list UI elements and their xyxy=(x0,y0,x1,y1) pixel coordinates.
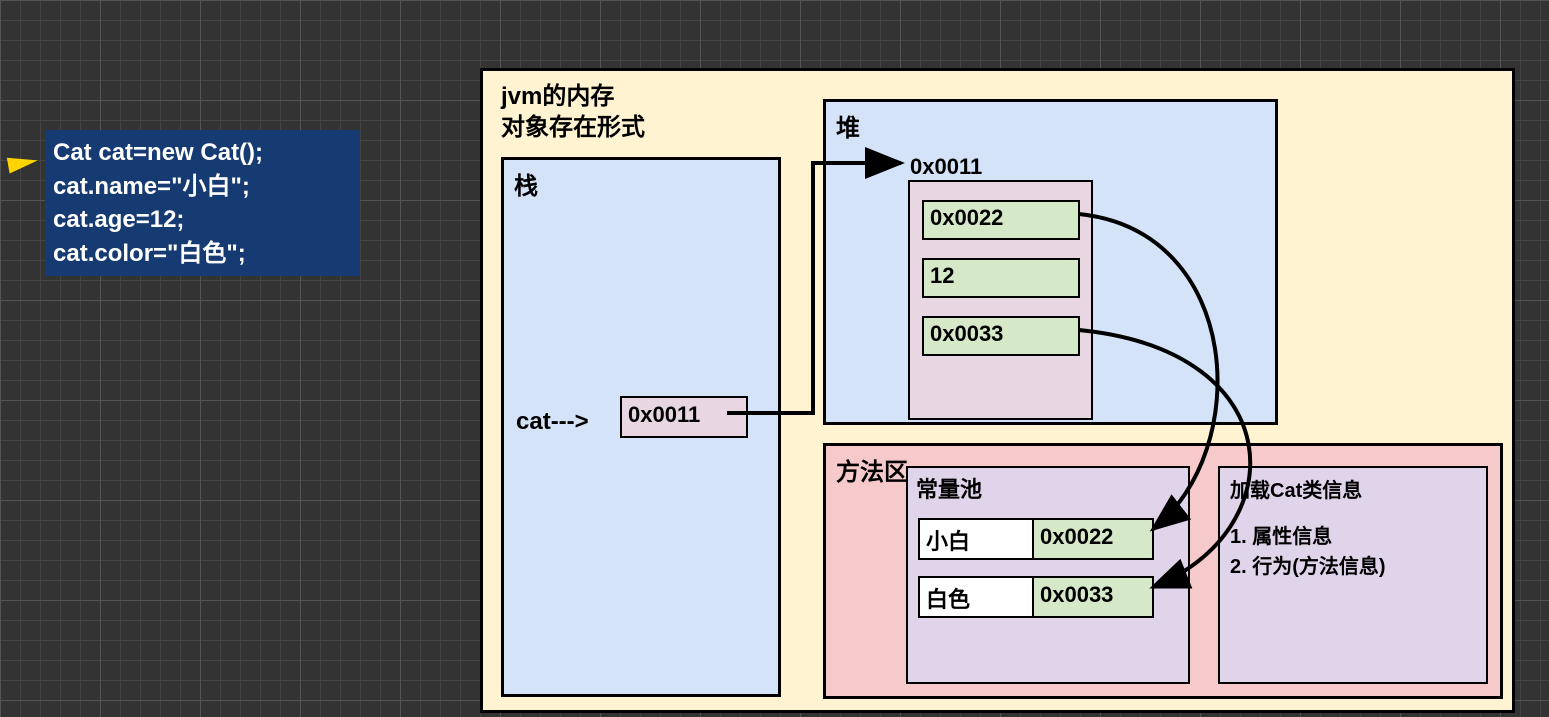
const-address: 0x0022 xyxy=(1034,518,1154,560)
class-info-line: 2. 行为(方法信息) xyxy=(1230,552,1476,582)
code-line: cat.name="小白"; xyxy=(53,170,352,204)
const-value: 白色 xyxy=(918,576,1034,618)
const-address: 0x0033 xyxy=(1034,576,1154,618)
const-pool-label: 常量池 xyxy=(916,472,982,504)
heap-object-box: 0x0022 12 0x0033 xyxy=(908,180,1093,420)
stack-label: 栈 xyxy=(514,166,538,201)
code-line: cat.color="白色"; xyxy=(53,237,352,271)
constant-pool-box: 常量池 小白 0x0022 白色 0x0033 xyxy=(906,466,1190,684)
heap-field-color-ref: 0x0033 xyxy=(922,316,1080,356)
stack-region: 栈 cat---> 0x0011 xyxy=(501,157,781,697)
method-area-region: 方法区 常量池 小白 0x0022 白色 0x0033 加载Cat类信息 1. … xyxy=(823,443,1503,699)
heap-field-age: 12 xyxy=(922,258,1080,298)
stack-address-box: 0x0011 xyxy=(620,396,748,438)
class-info-title: 加载Cat类信息 xyxy=(1230,476,1476,506)
class-info-line: 1. 属性信息 xyxy=(1230,522,1476,552)
code-line: Cat cat=new Cat(); xyxy=(53,136,352,170)
jvm-title: jvm的内存 对象存在形式 xyxy=(501,81,645,143)
code-line: cat.age=12; xyxy=(53,203,352,237)
heap-object-address: 0x0011 xyxy=(910,154,982,180)
heap-field-name-ref: 0x0022 xyxy=(922,200,1080,240)
heap-region: 堆 0x0011 0x0022 12 0x0033 xyxy=(823,99,1278,425)
const-value: 小白 xyxy=(918,518,1034,560)
const-pool-entry: 白色 0x0033 xyxy=(918,576,1154,618)
heap-label: 堆 xyxy=(836,108,860,143)
class-info-box: 加载Cat类信息 1. 属性信息 2. 行为(方法信息) xyxy=(1218,466,1488,684)
const-pool-entry: 小白 0x0022 xyxy=(918,518,1154,560)
stack-variable: cat---> xyxy=(516,408,589,436)
method-area-label: 方法区 xyxy=(836,452,908,487)
code-snippet: Cat cat=new Cat(); cat.name="小白"; cat.ag… xyxy=(45,130,360,276)
jvm-memory-container: jvm的内存 对象存在形式 栈 cat---> 0x0011 堆 0x0011 … xyxy=(480,68,1515,713)
